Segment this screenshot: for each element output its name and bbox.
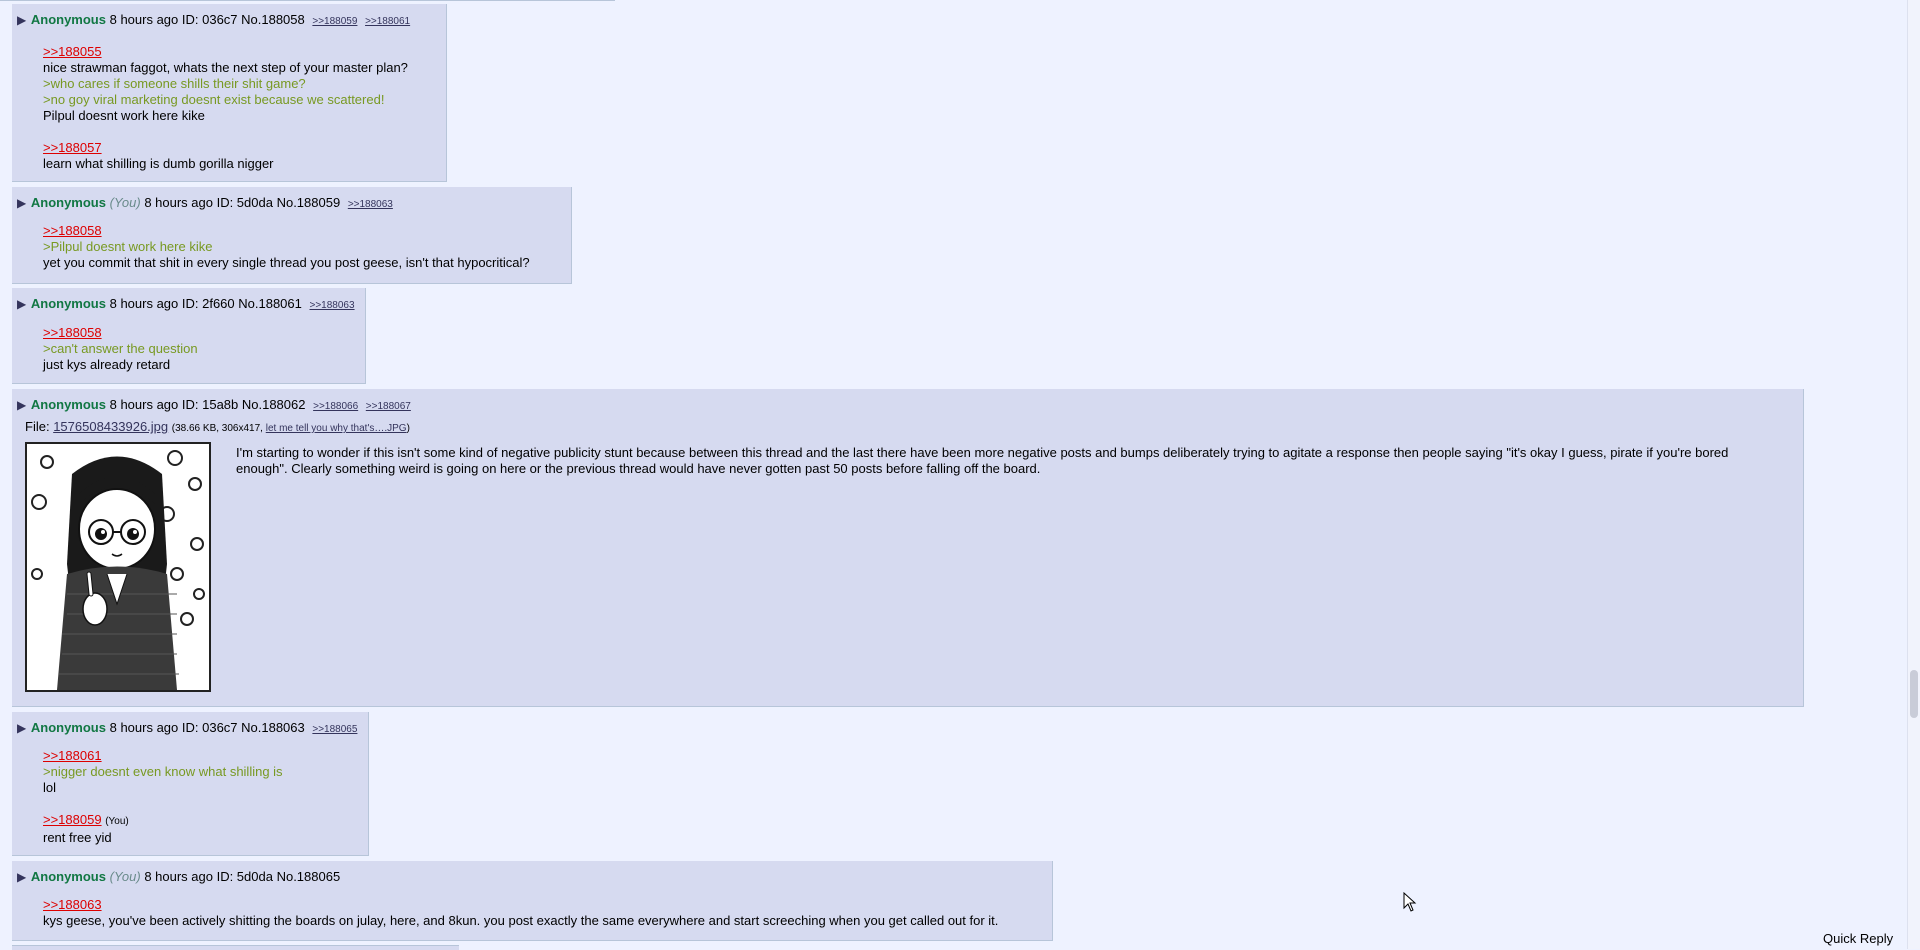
post-body: >>188058 >can't answer the question just… — [43, 325, 198, 373]
post-body: >>188055 nice strawman faggot, whats the… — [43, 44, 408, 172]
post-text: kys geese, you've been actively shitting… — [43, 913, 999, 928]
quote-link[interactable]: >>188061 — [43, 748, 102, 763]
poster-name: Anonymous — [30, 720, 106, 735]
mouse-cursor-icon — [1403, 892, 1417, 912]
greentext: >who cares if someone shills their shit … — [43, 76, 306, 91]
backlink[interactable]: >>188067 — [366, 401, 411, 412]
post-text: yet you commit that shit in every single… — [43, 255, 530, 270]
post-body: >>188061 >nigger doesnt even know what s… — [43, 748, 283, 846]
file-name-link[interactable]: 1576508433926.jpg — [53, 419, 168, 434]
quick-reply-link[interactable]: Quick Reply — [1823, 931, 1893, 946]
you-tag: (You) — [109, 195, 141, 210]
post-text: learn what shilling is dumb gorilla nigg… — [43, 156, 274, 171]
post-body: >>188063 kys geese, you've been actively… — [43, 897, 998, 929]
greentext: >no goy viral marketing doesnt exist bec… — [43, 92, 385, 107]
original-filename-link[interactable]: let me tell you why that's….JPG — [266, 423, 407, 434]
post-menu-arrow-icon[interactable]: ▶ — [17, 721, 26, 735]
backlink[interactable]: >>188066 — [313, 401, 358, 412]
poster-name: Anonymous — [30, 869, 106, 884]
post-188062: ▶ Anonymous 8 hours ago ID: 15a8b No.188… — [12, 389, 1804, 707]
post-menu-arrow-icon[interactable]: ▶ — [17, 870, 26, 884]
page-scrollbar[interactable] — [1907, 0, 1920, 949]
post-info: ▶ Anonymous 8 hours ago ID: 15a8b No.188… — [17, 397, 411, 415]
post-body: I'm starting to wonder if this isn't som… — [236, 445, 1776, 477]
post-menu-arrow-icon[interactable]: ▶ — [17, 196, 26, 210]
backlink[interactable]: >>188061 — [365, 16, 410, 27]
post-188058: ▶ Anonymous 8 hours ago ID: 036c7 No.188… — [12, 4, 447, 182]
poster-name: Anonymous — [30, 195, 106, 210]
backlink[interactable]: >>188063 — [310, 300, 355, 311]
file-info: File: 1576508433926.jpg (38.66 KB, 306x4… — [25, 419, 410, 434]
file-label: File: — [25, 419, 50, 434]
poster-name: Anonymous — [30, 12, 106, 27]
quote-link[interactable]: >>188063 — [43, 897, 102, 912]
post-image-thumbnail[interactable] — [25, 442, 211, 692]
post-meta: 8 hours ago ID: 2f660 No.188061 — [109, 296, 302, 311]
post-info: ▶ Anonymous (You) 8 hours ago ID: 5d0da … — [17, 869, 340, 885]
poster-name: Anonymous — [30, 397, 106, 412]
manga-girl-image — [27, 444, 209, 690]
post-text: I'm starting to wonder if this isn't som… — [236, 445, 1729, 476]
post-meta: 8 hours ago ID: 036c7 No.188063 — [109, 720, 305, 735]
you-tag: (You) — [109, 869, 141, 884]
file-meta-text: (38.66 KB, 306x417, — [171, 423, 263, 434]
post-info: ▶ Anonymous 8 hours ago ID: 036c7 No.188… — [17, 720, 357, 738]
quote-link[interactable]: >>188059 — [43, 812, 102, 827]
greentext: >nigger doesnt even know what shilling i… — [43, 764, 283, 779]
post-menu-arrow-icon[interactable]: ▶ — [17, 398, 26, 412]
quote-link[interactable]: >>188057 — [43, 140, 102, 155]
post-188061: ▶ Anonymous 8 hours ago ID: 2f660 No.188… — [12, 288, 366, 384]
post-meta: 8 hours ago ID: 5d0da No.188065 — [144, 869, 341, 884]
quote-link[interactable]: >>188058 — [43, 325, 102, 340]
post-188065: ▶ Anonymous (You) 8 hours ago ID: 5d0da … — [12, 861, 1053, 941]
post-info: ▶ Anonymous 8 hours ago ID: 036c7 No.188… — [17, 12, 410, 30]
post-188063: ▶ Anonymous 8 hours ago ID: 036c7 No.188… — [12, 712, 369, 856]
scrollbar-thumb[interactable] — [1910, 670, 1918, 718]
poster-name: Anonymous — [30, 296, 106, 311]
backlink[interactable]: >>188063 — [348, 199, 393, 210]
post-188059: ▶ Anonymous (You) 8 hours ago ID: 5d0da … — [12, 187, 572, 284]
post-menu-arrow-icon[interactable]: ▶ — [17, 13, 26, 27]
greentext: >Pilpul doesnt work here kike — [43, 239, 213, 254]
greentext: >can't answer the question — [43, 341, 198, 356]
post-menu-arrow-icon[interactable]: ▶ — [17, 297, 26, 311]
quote-link[interactable]: >>188058 — [43, 223, 102, 238]
post-text: lol — [43, 780, 57, 795]
you-tag: (You) — [105, 816, 129, 827]
post-meta: 8 hours ago ID: 15a8b No.188062 — [109, 397, 306, 412]
backlink[interactable]: >>188065 — [312, 724, 357, 735]
post-text: nice strawman faggot, whats the next ste… — [43, 60, 408, 75]
post-info: ▶ Anonymous (You) 8 hours ago ID: 5d0da … — [17, 195, 393, 213]
quote-link[interactable]: >>188055 — [43, 44, 102, 59]
next-post-partial — [12, 945, 459, 950]
file-meta-close: ) — [406, 423, 410, 434]
post-text: just kys already retard — [43, 357, 171, 372]
post-meta: 8 hours ago ID: 036c7 No.188058 — [109, 12, 305, 27]
backlink[interactable]: >>188059 — [312, 16, 357, 27]
previous-post-border — [0, 0, 615, 1]
post-body: >>188058 >Pilpul doesnt work here kike y… — [43, 223, 530, 271]
post-info: ▶ Anonymous 8 hours ago ID: 2f660 No.188… — [17, 296, 355, 314]
file-meta: (38.66 KB, 306x417, let me tell you why … — [172, 423, 410, 434]
post-text: Pilpul doesnt work here kike — [43, 108, 205, 123]
post-meta: 8 hours ago ID: 5d0da No.188059 — [144, 195, 341, 210]
post-text: rent free yid — [43, 830, 112, 845]
